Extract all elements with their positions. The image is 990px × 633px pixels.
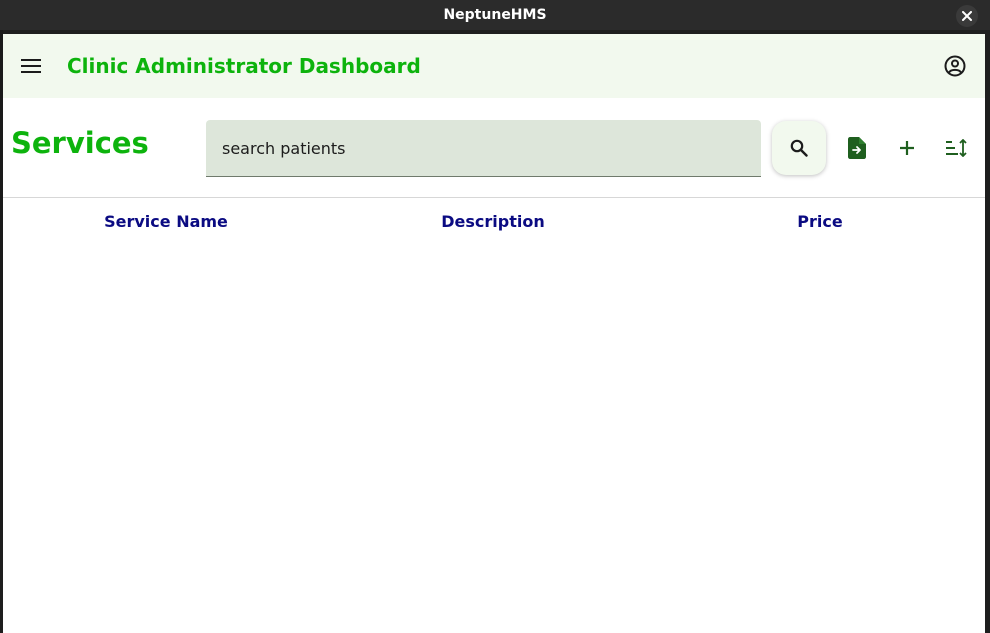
column-header-service-name[interactable]: Service Name [104, 212, 228, 231]
search-input[interactable] [206, 120, 761, 176]
services-toolbar: Services [3, 98, 985, 198]
search-icon [790, 139, 808, 157]
window-titlebar: NeptuneHMS [0, 0, 990, 30]
menu-icon [21, 59, 41, 73]
sort-button[interactable] [945, 136, 969, 160]
app-title: Clinic Administrator Dashboard [67, 54, 421, 78]
page-title: Services [11, 126, 149, 160]
app-window: Clinic Administrator Dashboard Services [3, 34, 985, 633]
close-icon [962, 11, 972, 21]
search-button[interactable] [772, 121, 826, 175]
menu-button[interactable] [19, 54, 43, 78]
account-button[interactable] [943, 54, 967, 78]
file-export-icon [848, 137, 866, 159]
app-bar: Clinic Administrator Dashboard [3, 34, 985, 98]
column-header-price[interactable]: Price [797, 212, 842, 231]
column-header-description[interactable]: Description [441, 212, 544, 231]
search-field[interactable] [206, 120, 761, 177]
account-circle-icon [944, 55, 966, 77]
add-icon [900, 141, 914, 155]
table-header-row: Service Name Description Price [3, 198, 985, 246]
window-close-button[interactable] [956, 5, 978, 27]
export-file-button[interactable] [845, 136, 869, 160]
add-service-button[interactable] [895, 136, 919, 160]
sort-icon [946, 139, 967, 157]
window-title: NeptuneHMS [443, 7, 547, 23]
